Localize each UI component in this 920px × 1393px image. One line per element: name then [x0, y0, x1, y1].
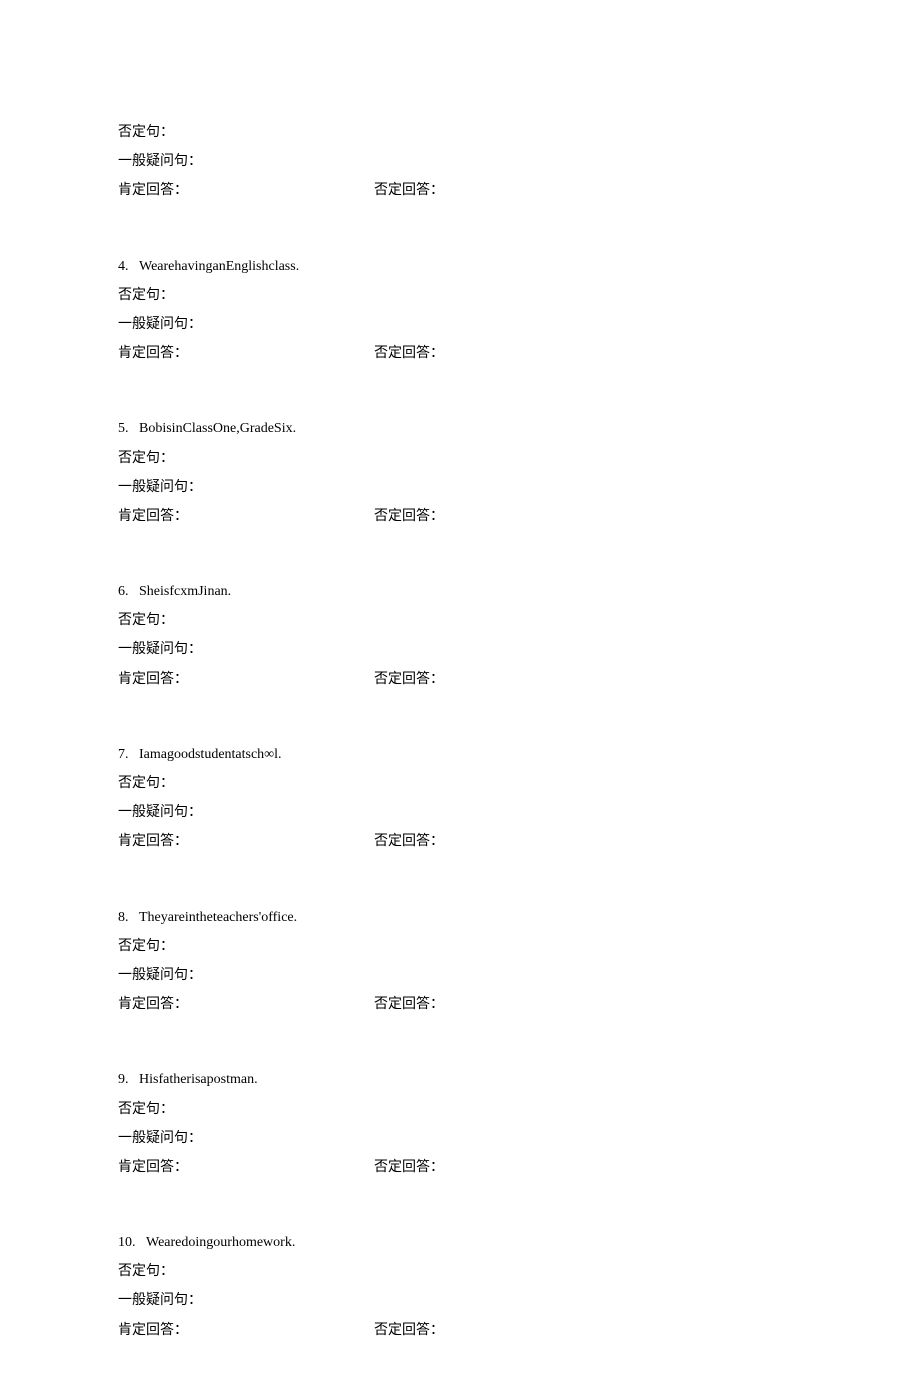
question-number: 4. — [118, 254, 129, 279]
question-text: Iamagoodstudentatsch∞l. — [139, 747, 282, 762]
question-text: WearehavinganEnglishclass. — [139, 259, 299, 274]
worksheet-page: 否定句： 一般疑问句： 肯定回答： 否定回答： 4. Wearehavingan… — [0, 0, 920, 1343]
affirmative-answer-label: 肯定回答： — [118, 1318, 374, 1343]
question-text: BobisinClassOne,GradeSix. — [139, 421, 296, 436]
negative-sentence-label: 否定句： — [118, 934, 920, 959]
negative-answer-label: 否定回答： — [374, 992, 444, 1017]
general-question-label: 一般疑问句： — [118, 637, 920, 662]
question-text: Hisfatherisapostman. — [139, 1072, 258, 1087]
affirmative-answer-label: 肯定回答： — [118, 667, 374, 692]
general-question-label: 一般疑问句： — [118, 1288, 920, 1313]
negative-sentence-label: 否定句： — [118, 771, 920, 796]
negative-answer-label: 否定回答： — [374, 504, 444, 529]
affirmative-answer-label: 肯定回答： — [118, 341, 374, 366]
question-number: 5. — [118, 416, 129, 441]
exercise-block: 8. Theyareintheteachers'office. 否定句： 一般疑… — [118, 905, 920, 1018]
negative-answer-label: 否定回答： — [374, 1318, 444, 1343]
affirmative-answer-label: 肯定回答： — [118, 992, 374, 1017]
answer-row: 肯定回答： 否定回答： — [118, 829, 920, 854]
exercise-block: 5. BobisinClassOne,GradeSix. 否定句： 一般疑问句：… — [118, 416, 920, 529]
negative-sentence-label: 否定句： — [118, 283, 920, 308]
exercise-block: 6. SheisfcxmJinan. 否定句： 一般疑问句： 肯定回答： 否定回… — [118, 579, 920, 692]
question-number: 8. — [118, 905, 129, 930]
affirmative-answer-label: 肯定回答： — [118, 178, 374, 203]
negative-answer-label: 否定回答： — [374, 829, 444, 854]
question-line: 9. Hisfatherisapostman. — [118, 1067, 920, 1092]
general-question-label: 一般疑问句： — [118, 149, 920, 174]
general-question-label: 一般疑问句： — [118, 312, 920, 337]
answer-row: 肯定回答： 否定回答： — [118, 992, 920, 1017]
answer-row: 肯定回答： 否定回答： — [118, 178, 920, 203]
general-question-label: 一般疑问句： — [118, 1126, 920, 1151]
exercise-block: 7. Iamagoodstudentatsch∞l. 否定句： 一般疑问句： 肯… — [118, 742, 920, 855]
question-line: 5. BobisinClassOne,GradeSix. — [118, 416, 920, 441]
question-line: 4. WearehavinganEnglishclass. — [118, 254, 920, 279]
question-line: 10. Wearedoingourhomework. — [118, 1230, 920, 1255]
answer-row: 肯定回答： 否定回答： — [118, 667, 920, 692]
question-text: Wearedoingourhomework. — [146, 1235, 295, 1250]
answer-row: 肯定回答： 否定回答： — [118, 504, 920, 529]
negative-sentence-label: 否定句： — [118, 1259, 920, 1284]
question-number: 7. — [118, 742, 129, 767]
negative-answer-label: 否定回答： — [374, 667, 444, 692]
answer-row: 肯定回答： 否定回答： — [118, 1318, 920, 1343]
affirmative-answer-label: 肯定回答： — [118, 504, 374, 529]
question-text: Theyareintheteachers'office. — [139, 910, 297, 925]
negative-sentence-label: 否定句： — [118, 1097, 920, 1122]
question-number: 10. — [118, 1230, 136, 1255]
negative-sentence-label: 否定句： — [118, 446, 920, 471]
negative-answer-label: 否定回答： — [374, 341, 444, 366]
general-question-label: 一般疑问句： — [118, 475, 920, 500]
exercise-block: 9. Hisfatherisapostman. 否定句： 一般疑问句： 肯定回答… — [118, 1067, 920, 1180]
question-line: 6. SheisfcxmJinan. — [118, 579, 920, 604]
general-question-label: 一般疑问句： — [118, 963, 920, 988]
question-number: 9. — [118, 1067, 129, 1092]
question-line: 8. Theyareintheteachers'office. — [118, 905, 920, 930]
question-number: 6. — [118, 579, 129, 604]
answer-row: 肯定回答： 否定回答： — [118, 341, 920, 366]
affirmative-answer-label: 肯定回答： — [118, 1155, 374, 1180]
affirmative-answer-label: 肯定回答： — [118, 829, 374, 854]
question-line: 7. Iamagoodstudentatsch∞l. — [118, 742, 920, 767]
exercise-block: 否定句： 一般疑问句： 肯定回答： 否定回答： — [118, 120, 920, 204]
exercise-block: 4. WearehavinganEnglishclass. 否定句： 一般疑问句… — [118, 254, 920, 367]
negative-answer-label: 否定回答： — [374, 178, 444, 203]
negative-sentence-label: 否定句： — [118, 608, 920, 633]
negative-sentence-label: 否定句： — [118, 120, 920, 145]
answer-row: 肯定回答： 否定回答： — [118, 1155, 920, 1180]
general-question-label: 一般疑问句： — [118, 800, 920, 825]
negative-answer-label: 否定回答： — [374, 1155, 444, 1180]
exercise-block: 10. Wearedoingourhomework. 否定句： 一般疑问句： 肯… — [118, 1230, 920, 1343]
question-text: SheisfcxmJinan. — [139, 584, 231, 599]
